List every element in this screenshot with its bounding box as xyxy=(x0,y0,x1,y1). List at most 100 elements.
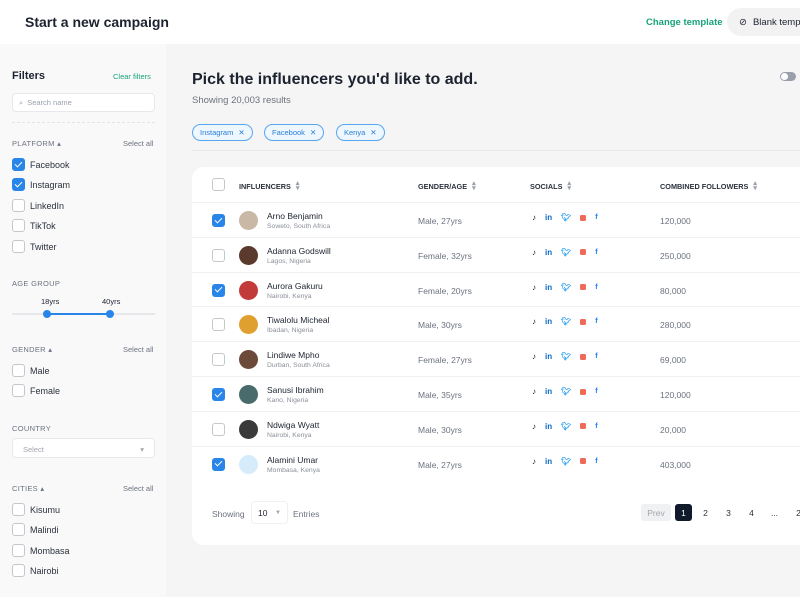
checkbox[interactable] xyxy=(12,523,25,536)
blank-template-button[interactable]: ⊘Blank template xyxy=(727,8,800,36)
column-header[interactable]: GENDER/AGE▴▾ xyxy=(418,181,476,191)
close-icon[interactable]: ✕ xyxy=(310,128,316,137)
checkbox[interactable] xyxy=(12,240,25,253)
checkbox[interactable] xyxy=(12,544,25,557)
platform-option-twitter[interactable]: Twitter xyxy=(12,240,57,253)
cities-option-malindi[interactable]: Malindi xyxy=(12,523,59,536)
influencer-name[interactable]: Arno Benjamin xyxy=(267,211,323,221)
row-checkbox[interactable] xyxy=(212,318,225,331)
table-row[interactable]: Aurora Gakuru Nairobi, Kenya Female, 20y… xyxy=(192,272,800,307)
table-row[interactable]: Sanusi Ibrahim Kano, Nigeria Male, 35yrs… xyxy=(192,376,800,411)
entries-select[interactable]: 10▼ xyxy=(251,501,288,524)
page-button[interactable]: 4 xyxy=(743,504,760,521)
platform-option-tiktok[interactable]: TikTok xyxy=(12,219,56,232)
checkbox[interactable] xyxy=(12,384,25,397)
platform-option-linkedin[interactable]: LinkedIn xyxy=(12,199,64,212)
change-template-link[interactable]: Change template xyxy=(646,17,723,28)
influencer-name[interactable]: Sanusi Ibrahim xyxy=(267,385,324,395)
cities-option-nairobi[interactable]: Nairobi xyxy=(12,564,59,577)
sort-icon[interactable]: ▴▾ xyxy=(296,181,300,191)
instagram-icon[interactable] xyxy=(580,284,586,290)
twitter-icon[interactable]: 🐦︎ xyxy=(561,352,571,361)
linkedin-icon[interactable]: in xyxy=(545,352,552,361)
influencer-name[interactable]: Adanna Godswill xyxy=(267,246,331,256)
platform-option-facebook[interactable]: Facebook xyxy=(12,158,70,171)
row-checkbox[interactable] xyxy=(212,458,225,471)
checkbox[interactable] xyxy=(12,219,25,232)
gender-option-male[interactable]: Male xyxy=(12,364,50,377)
twitter-icon[interactable]: 🐦︎ xyxy=(561,457,571,466)
row-checkbox[interactable] xyxy=(212,284,225,297)
prev-button[interactable]: Prev xyxy=(641,504,671,521)
linkedin-icon[interactable]: in xyxy=(545,283,552,292)
close-icon[interactable]: ✕ xyxy=(370,128,376,137)
influencer-name[interactable]: Ndwiga Wyatt xyxy=(267,420,319,430)
checkbox[interactable] xyxy=(12,564,25,577)
checkbox[interactable] xyxy=(12,503,25,516)
select-all-checkbox[interactable] xyxy=(212,178,225,191)
page-button[interactable]: 1 xyxy=(675,504,692,521)
cities-option-mombasa[interactable]: Mombasa xyxy=(12,544,70,557)
twitter-icon[interactable]: 🐦︎ xyxy=(561,387,571,396)
row-checkbox[interactable] xyxy=(212,388,225,401)
linkedin-icon[interactable]: in xyxy=(545,213,552,222)
checkbox[interactable] xyxy=(12,158,25,171)
sort-icon[interactable]: ▴▾ xyxy=(567,181,571,191)
row-checkbox[interactable] xyxy=(212,214,225,227)
checkbox[interactable] xyxy=(12,178,25,191)
page-button[interactable]: 2 xyxy=(697,504,714,521)
row-checkbox[interactable] xyxy=(212,353,225,366)
facebook-icon[interactable]: f xyxy=(595,249,597,256)
influencer-name[interactable]: Tiwalolu Micheal xyxy=(267,315,330,325)
cities-select-all[interactable]: Select all xyxy=(123,484,153,493)
instagram-icon[interactable] xyxy=(580,458,586,464)
linkedin-icon[interactable]: in xyxy=(545,317,552,326)
facebook-icon[interactable]: f xyxy=(595,353,597,360)
filter-chip[interactable]: Instagram✕ xyxy=(192,124,253,141)
column-header[interactable]: COMBINED FOLLOWERS▴▾ xyxy=(660,181,757,191)
checkbox[interactable] xyxy=(12,199,25,212)
platform-select-all[interactable]: Select all xyxy=(123,139,153,148)
tiktok-icon[interactable]: ♪ xyxy=(532,283,536,292)
table-row[interactable]: Adanna Godswill Lagos, Nigeria Female, 3… xyxy=(192,237,800,272)
gender-select-all[interactable]: Select all xyxy=(123,345,153,354)
twitter-icon[interactable]: 🐦︎ xyxy=(561,317,571,326)
gender-option-female[interactable]: Female xyxy=(12,384,60,397)
instagram-icon[interactable] xyxy=(580,423,586,429)
instagram-icon[interactable] xyxy=(580,319,586,325)
search-input[interactable]: ⌕Search name xyxy=(12,93,155,112)
tiktok-icon[interactable]: ♪ xyxy=(532,422,536,431)
sort-icon[interactable]: ▴▾ xyxy=(472,181,476,191)
row-checkbox[interactable] xyxy=(212,423,225,436)
filter-chip[interactable]: Facebook✕ xyxy=(264,124,324,141)
facebook-icon[interactable]: f xyxy=(595,214,597,221)
instagram-icon[interactable] xyxy=(580,354,586,360)
twitter-icon[interactable]: 🐦︎ xyxy=(561,283,571,292)
linkedin-icon[interactable]: in xyxy=(545,387,552,396)
twitter-icon[interactable]: 🐦︎ xyxy=(561,248,571,257)
table-row[interactable]: Arno Benjamin Soweto, South Africa Male,… xyxy=(192,202,800,237)
close-icon[interactable]: ✕ xyxy=(238,128,244,137)
table-row[interactable]: Ndwiga Wyatt Nairobi, Kenya Male, 30yrs … xyxy=(192,411,800,446)
facebook-icon[interactable]: f xyxy=(595,318,597,325)
tiktok-icon[interactable]: ♪ xyxy=(532,352,536,361)
twitter-icon[interactable]: 🐦︎ xyxy=(561,213,571,222)
country-select[interactable]: Select▾ xyxy=(12,438,155,458)
linkedin-icon[interactable]: in xyxy=(545,457,552,466)
page-button[interactable]: 2 xyxy=(790,504,800,521)
instagram-icon[interactable] xyxy=(580,249,586,255)
instagram-icon[interactable] xyxy=(580,389,586,395)
page-button[interactable]: 3 xyxy=(720,504,737,521)
clear-filters-link[interactable]: Clear filters xyxy=(113,72,151,81)
checkbox[interactable] xyxy=(12,364,25,377)
age-slider-max-handle[interactable] xyxy=(106,310,114,318)
instagram-icon[interactable] xyxy=(580,215,586,221)
linkedin-icon[interactable]: in xyxy=(545,248,552,257)
column-header[interactable]: SOCIALS▴▾ xyxy=(530,181,571,191)
table-row[interactable]: Lindiwe Mpho Durban, South Africa Female… xyxy=(192,341,800,376)
tiktok-icon[interactable]: ♪ xyxy=(532,387,536,396)
facebook-icon[interactable]: f xyxy=(595,423,597,430)
linkedin-icon[interactable]: in xyxy=(545,422,552,431)
tiktok-icon[interactable]: ♪ xyxy=(532,317,536,326)
influencer-name[interactable]: Aurora Gakuru xyxy=(267,281,323,291)
